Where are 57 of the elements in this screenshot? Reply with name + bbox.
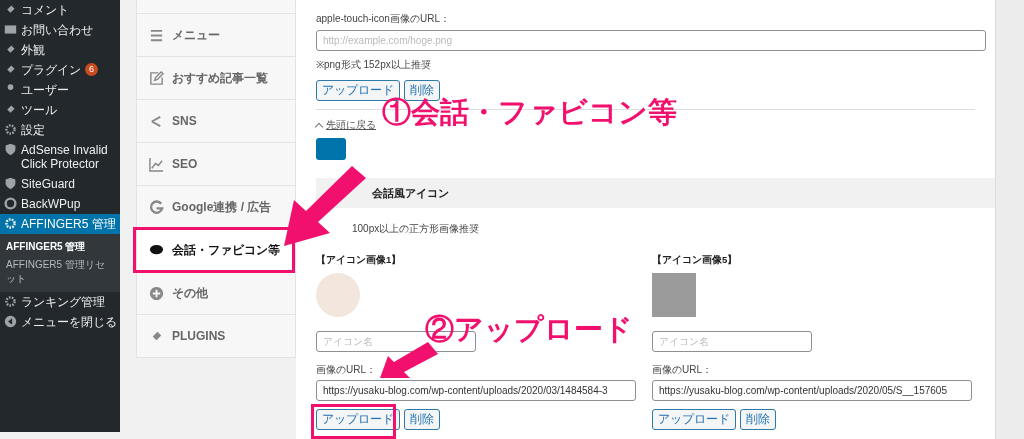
sidebar-item[interactable]: お問い合わせ [0, 20, 120, 40]
back-to-top-link[interactable]: 先頭に戻る [326, 118, 376, 132]
submenu-item[interactable]: AFFINGER5 管理リセット [0, 256, 120, 288]
sidebar-item[interactable]: コメント [0, 0, 120, 20]
settings-tab[interactable]: PLUGINS [136, 315, 296, 358]
sidebar-item[interactable]: 設定 [0, 120, 120, 140]
upload-button[interactable]: アップロード [652, 409, 736, 430]
field-label: 画像のURL： [652, 363, 713, 377]
url-input-field[interactable]: http://example.com/hoge.png [316, 30, 986, 51]
avatar-placeholder [652, 273, 696, 317]
shield-icon [4, 143, 17, 156]
upload-button[interactable]: アップロード [316, 409, 400, 430]
delete-button[interactable]: 削除 [404, 409, 440, 430]
sidebar-item[interactable]: ツール [0, 100, 120, 120]
icon-image-label: 【アイコン画像5】 [652, 254, 739, 267]
avatar-placeholder [316, 273, 360, 317]
save-button[interactable] [316, 138, 346, 160]
delete-button[interactable]: 削除 [740, 409, 776, 430]
settings-icon [4, 123, 17, 136]
sidebar-item[interactable]: プラグイン 6 [0, 60, 120, 80]
sidebar-item[interactable]: AdSense Invalid Click Protector [0, 140, 120, 174]
update-count-badge: 6 [85, 63, 98, 76]
plus-icon [149, 285, 164, 301]
settings-tab[interactable]: SNS [136, 100, 296, 143]
field-label: 画像のURL： [316, 363, 377, 377]
sidebar-item[interactable]: メニューを閉じる [0, 312, 120, 332]
icon-image-label: 【アイコン画像1】 [316, 254, 403, 267]
sidebar-item[interactable]: ランキング管理 [0, 292, 120, 312]
settings-tab[interactable]: Google連携 / 広告 [136, 186, 296, 229]
chart-icon [149, 156, 164, 172]
edit-icon [149, 70, 164, 86]
submenu-item[interactable]: AFFINGER5 管理 [0, 238, 120, 256]
hint-text: ※png形式 152px以上推奨 [316, 58, 432, 72]
url-input-field[interactable]: https://yusaku-blog.com/wp-content/uploads/2020/03/1484584-3 [316, 380, 636, 401]
cut-off-tab[interactable] [136, 0, 296, 14]
annotation-arrow [380, 342, 438, 378]
gear-icon [4, 295, 17, 308]
google-icon [149, 199, 164, 215]
field-label: apple-touch-icon画像のURL： [316, 12, 451, 26]
settings-tab[interactable]: SEO [136, 143, 296, 186]
back-icon [4, 315, 17, 328]
sidebar-item[interactable]: BackWPup [0, 194, 120, 214]
settings-tab[interactable]: おすすめ記事一覧 [136, 57, 296, 100]
sidebar-item[interactable]: SiteGuard [0, 174, 120, 194]
circle-icon [4, 197, 17, 210]
hint-text: 100px以上の正方形画像推奨 [351, 222, 481, 236]
menu-icon [149, 27, 164, 43]
sidebar-item[interactable]: AFFINGER5 管理 [0, 214, 120, 234]
sidebar-item[interactable]: 外観 [0, 40, 120, 60]
settings-tab[interactable]: メニュー [136, 14, 296, 57]
gear-icon [4, 217, 17, 230]
shield-icon [4, 177, 17, 190]
url-input-field[interactable]: https://yusaku-blog.com/wp-content/uploads/2020/05/S__157605 [652, 380, 972, 401]
settings-tab[interactable]: その他 [136, 272, 296, 315]
mail-icon [4, 23, 17, 36]
section-title: 会話風アイコン [372, 185, 449, 201]
sidebar-item[interactable]: ユーザー [0, 80, 120, 100]
